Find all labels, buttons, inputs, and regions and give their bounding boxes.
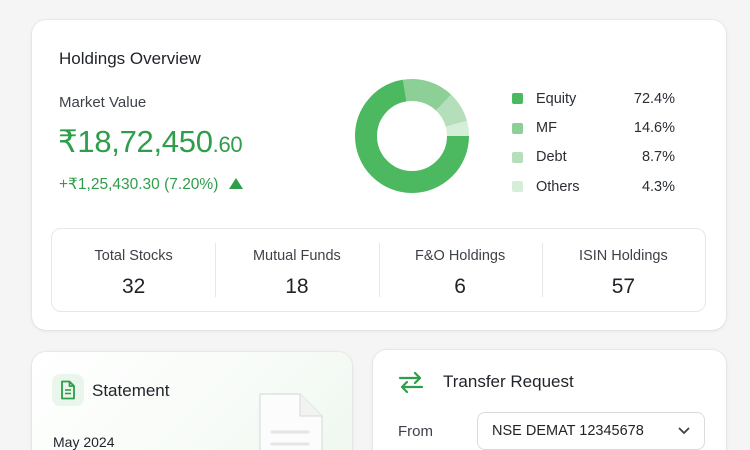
stat-label: F&O Holdings [414,248,506,264]
swap-arrows-icon [398,371,424,394]
market-value-amount: ₹18,72,450.60 [58,124,243,160]
legend-item-others: Others 4.3% [512,172,675,201]
stat-isin-holdings[interactable]: ISIN Holdings 57 [541,229,705,311]
legend-swatch-debt [512,151,523,163]
stat-value: 6 [454,275,466,298]
stat-value: 32 [121,275,146,298]
trend-up-icon [229,178,244,189]
legend-item-mf: MF 14.6% [512,113,675,142]
legend-percent: 8.7% [641,149,675,166]
statement-card[interactable]: Statement May 2024 [32,352,352,450]
change-text: +₹1,25,430.30 (7.20%) [59,176,219,193]
legend-percent: 72.4% [633,90,675,107]
transfer-request-card: Transfer Request From NSE DEMAT 12345678 [373,350,726,450]
market-value-main: ₹18,72,450 [58,124,213,159]
legend-swatch-others [512,181,523,193]
legend-percent: 14.6% [633,120,675,137]
chevron-down-icon [678,427,690,434]
document-icon [52,374,84,406]
stat-mutual-funds[interactable]: Mutual Funds 18 [215,229,378,311]
market-value-change: +₹1,25,430.30 (7.20%) [59,175,244,194]
holdings-overview-card: Holdings Overview Market Value ₹18,72,45… [32,20,726,330]
stat-label: ISIN Holdings [579,248,668,264]
stat-total-stocks[interactable]: Total Stocks 32 [52,229,215,311]
from-account-value: NSE DEMAT 12345678 [492,423,644,439]
transfer-request-title: Transfer Request [443,372,574,391]
legend-swatch-equity [512,93,523,105]
legend-name: MF [536,120,557,137]
from-label: From [398,423,433,440]
statement-title: Statement [92,381,170,400]
allocation-donut-chart [355,79,469,193]
legend-item-debt: Debt 8.7% [512,143,675,172]
stat-value: 57 [611,275,636,298]
stat-label: Mutual Funds [252,248,341,264]
legend-name: Others [536,178,580,195]
stat-value: 18 [285,275,309,298]
market-value-decimal: .60 [212,132,243,157]
from-account-select[interactable]: NSE DEMAT 12345678 [477,412,705,450]
legend-name: Equity [536,90,577,107]
holdings-overview-title: Holdings Overview [59,49,201,68]
legend-name: Debt [536,149,567,166]
statement-date: May 2024 [53,434,115,450]
legend-item-equity: Equity 72.4% [512,84,675,113]
legend-percent: 4.3% [641,178,675,195]
allocation-legend: Equity 72.4% MF 14.6% Debt 8.7% Others 4… [512,84,675,202]
holdings-stats: Total Stocks 32 Mutual Funds 18 F&O Hold… [51,228,706,312]
stat-label: Total Stocks [94,248,173,264]
document-illustration-icon [259,393,323,450]
market-value-label: Market Value [59,94,147,111]
legend-swatch-mf [512,122,523,134]
stat-fo-holdings[interactable]: F&O Holdings 6 [378,229,542,311]
